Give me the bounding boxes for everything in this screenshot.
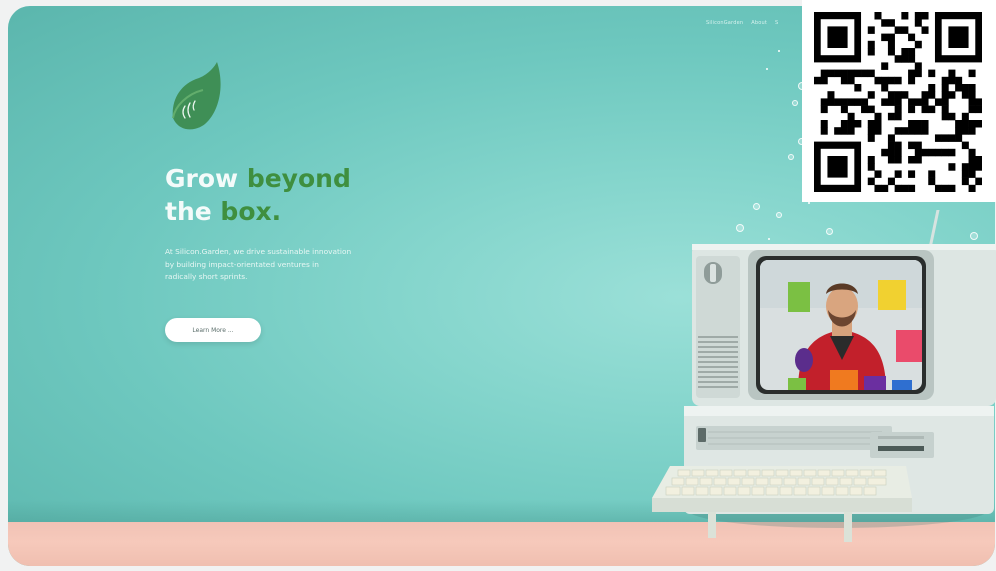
hero-headline: Grow beyond the box. (165, 162, 351, 228)
retro-computer-illustration (638, 208, 996, 566)
headline-word-box: box. (220, 197, 282, 226)
leaf-logo-icon[interactable] (165, 62, 225, 140)
nav-item-about[interactable]: About (751, 20, 767, 26)
headline-word-the: the (165, 197, 221, 226)
bubble-decoration (788, 154, 794, 160)
learn-more-button[interactable]: Learn More ... (165, 318, 261, 342)
sparkle-decoration (808, 202, 810, 204)
sparkle-decoration (766, 68, 768, 70)
sparkle-decoration (778, 50, 780, 52)
hero-tagline: At Silicon.Garden, we drive sustainable … (165, 246, 397, 284)
top-nav: SiliconGarden About S (706, 20, 778, 26)
nav-item-more[interactable]: S (775, 20, 778, 26)
tagline-line: by building impact-orientated ventures i… (165, 259, 319, 269)
bubble-decoration (753, 203, 760, 210)
qr-code-icon (802, 0, 996, 202)
nav-item-home[interactable]: SiliconGarden (706, 20, 743, 26)
headline-word-grow: Grow (165, 164, 247, 193)
bubble-decoration (792, 100, 798, 106)
tagline-line: At Silicon.Garden, we drive sustainable … (165, 247, 352, 256)
tagline-line: radically short sprints. (165, 272, 248, 282)
headline-word-beyond: beyond (246, 164, 351, 193)
